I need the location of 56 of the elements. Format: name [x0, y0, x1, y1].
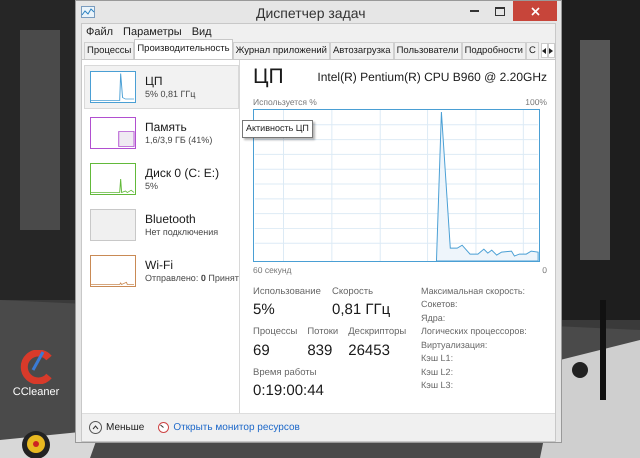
device-status: 1,6/3,9 ГБ (41%) — [145, 134, 212, 146]
stat-label: Процессы — [253, 325, 298, 340]
stat-value: 839 — [307, 340, 334, 360]
sidebar-item[interactable]: Wi-Fi Отправлено: 0 Принят — [84, 249, 239, 293]
device-status: Нет подключения — [145, 226, 218, 238]
device-name: Bluetooth — [145, 212, 197, 227]
device-name: Wi-Fi — [145, 258, 174, 273]
tab[interactable]: Пользователи — [394, 42, 462, 59]
tooltip: Активность ЦП — [242, 120, 313, 138]
axis-label: Используется % — [253, 96, 317, 109]
device-name: Диск 0 (C: E:) — [145, 166, 220, 181]
stat-value: 0,81 ГГц — [332, 300, 392, 320]
sidebar-item[interactable]: Bluetooth Нет подключения — [84, 203, 239, 247]
axis-label: 60 секунд — [253, 264, 292, 276]
spec-label: Логических процессоров: — [421, 325, 527, 338]
spec-label: Максимальная скорость: — [421, 284, 526, 298]
less-button[interactable]: Меньше — [89, 420, 144, 435]
device-name: ЦП — [145, 74, 164, 89]
menu-item[interactable]: Вид — [192, 24, 212, 40]
tab[interactable]: Автозагрузка — [330, 42, 394, 59]
device-status: Отправлено: 0 Принят — [145, 272, 239, 284]
tab[interactable]: Журнал приложений — [232, 42, 330, 59]
stat-label: Время работы — [253, 366, 318, 380]
stat-value: 69 — [253, 340, 271, 360]
tab[interactable]: С — [526, 42, 539, 59]
device-status: 5% — [145, 180, 160, 192]
axis-label: 100% — [525, 96, 547, 109]
menu-item[interactable]: Файл — [86, 24, 114, 40]
stat-value: 0:19:00:44 — [253, 381, 325, 402]
sidebar-item[interactable]: ЦП 5% 0,81 ГГц — [84, 65, 239, 109]
tab[interactable]: Процессы — [84, 42, 134, 59]
menu-item[interactable]: Параметры — [123, 24, 182, 40]
spec-label: Кэш L1: — [421, 352, 454, 365]
panel-title: ЦП — [253, 66, 284, 87]
tab[interactable]: Производительность — [134, 39, 233, 59]
stat-label: Скорость — [332, 284, 374, 298]
window-title: Диспетчер задач — [256, 4, 366, 23]
icon-label: CCleaner — [12, 385, 60, 400]
processor-model: Intel(R) Pentium(R) CPU B960 @ 2.20GHz — [317, 69, 547, 86]
spec-label: Кэш L3: — [421, 379, 454, 392]
device-name: Память — [145, 120, 188, 135]
sidebar-item[interactable]: Память 1,6/3,9 ГБ (41%) — [84, 111, 239, 155]
tab[interactable]: Подробности — [462, 42, 526, 59]
stat-label: Дескрипторы — [348, 325, 406, 340]
spec-label: Виртуализация: — [421, 338, 488, 352]
stat-value: 26453 — [348, 340, 391, 360]
stat-value: 5% — [253, 300, 276, 320]
sidebar-item[interactable]: Диск 0 (C: E:) 5% — [84, 157, 239, 201]
axis-label: 0 — [542, 264, 547, 276]
device-status: 5% 0,81 ГГц — [145, 88, 196, 100]
stat-label: Потоки — [307, 325, 338, 340]
spec-label: Сокетов: — [421, 298, 459, 311]
stat-label: Использование — [253, 284, 318, 298]
spec-label: Ядра: — [421, 312, 446, 325]
resource-monitor-link[interactable]: Открыть монитор ресурсов — [158, 420, 300, 435]
spec-label: Кэш L2: — [421, 366, 454, 378]
